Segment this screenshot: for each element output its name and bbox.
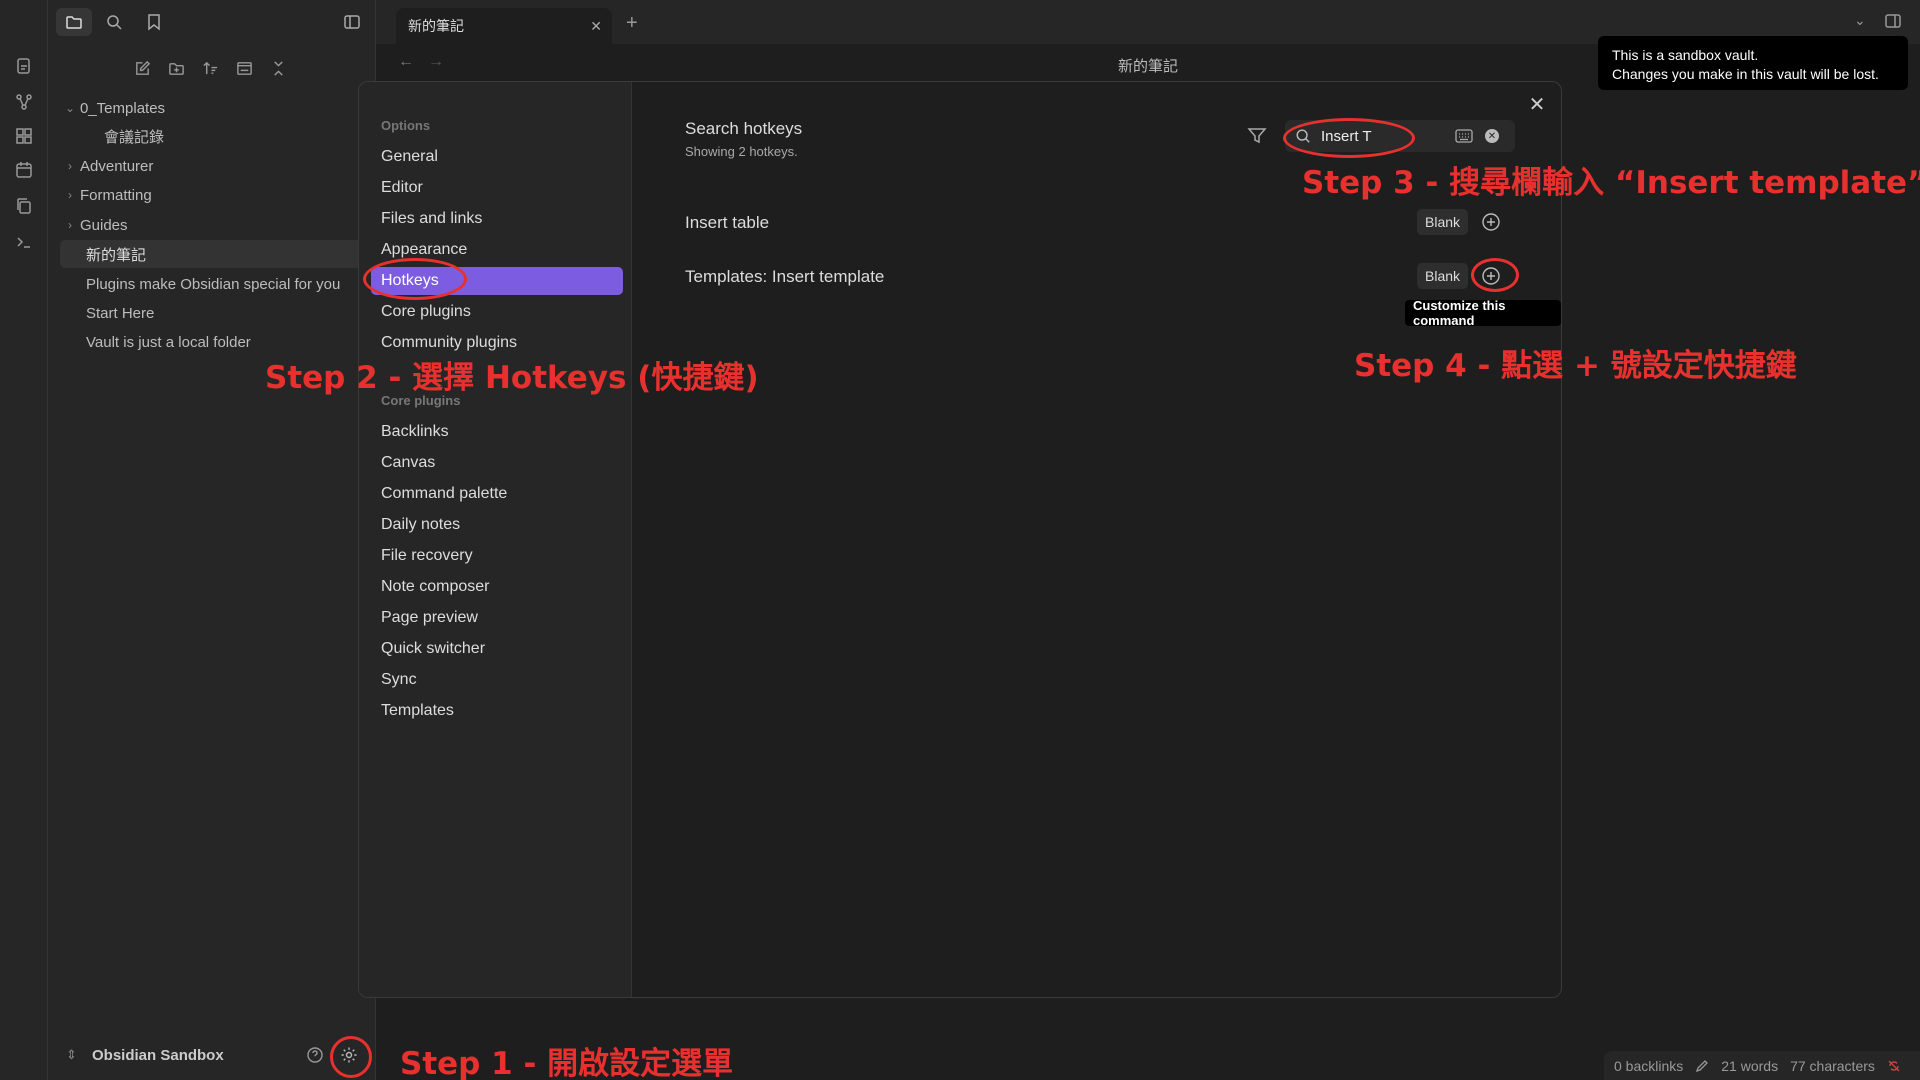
file-plugins[interactable]: Plugins make Obsidian special for you: [60, 270, 370, 298]
tree-item-label: Start Here: [86, 304, 155, 322]
tab-title: 新的筆記: [408, 18, 464, 34]
nav-editor[interactable]: Editor: [371, 174, 623, 202]
folder-formatting[interactable]: › Formatting: [60, 181, 370, 209]
tree-item-label: Vault is just a local folder: [86, 333, 251, 351]
notice-line-2: Changes you make in this vault will be l…: [1612, 66, 1879, 82]
chevron-right-icon: ›: [68, 218, 72, 232]
settings-modal: Options General Editor Files and links A…: [358, 81, 1562, 998]
annotation-ring-hotkeys: [363, 258, 467, 300]
chevron-right-icon: ›: [68, 159, 72, 173]
left-ribbon: [0, 0, 48, 1080]
collapse-all-icon[interactable]: [264, 54, 292, 82]
hotkeys-search-title: Search hotkeys: [685, 119, 803, 138]
new-folder-icon[interactable]: [162, 54, 190, 82]
annotation-ring-search: [1283, 118, 1415, 158]
notice-line-1: This is a sandbox vault.: [1612, 47, 1759, 63]
status-bar: 0 backlinks 21 words 77 characters: [1604, 1051, 1920, 1080]
open-quick-switcher-icon[interactable]: [12, 54, 36, 78]
file-start-here[interactable]: Start Here: [60, 299, 370, 327]
nav-file-recovery[interactable]: File recovery: [371, 542, 623, 570]
nav-sync[interactable]: Sync: [371, 666, 623, 694]
folder-guides[interactable]: › Guides: [60, 211, 370, 239]
filter-icon[interactable]: [1247, 126, 1267, 146]
copy-files-icon[interactable]: [12, 194, 36, 218]
hotkey-badge: Blank: [1417, 263, 1469, 289]
chevron-right-icon: ›: [68, 188, 72, 202]
hotkeys-count: Showing 2 hotkeys.: [685, 144, 798, 159]
file-meeting-notes[interactable]: 會議記錄: [60, 122, 370, 150]
customize-command-tooltip: Customize this command: [1405, 298, 1561, 328]
edit-pencil-icon[interactable]: [1695, 1059, 1709, 1073]
backlinks-count[interactable]: 0 backlinks: [1614, 1058, 1683, 1074]
tree-item-label: 新的筆記: [86, 246, 147, 264]
vault-name[interactable]: Obsidian Sandbox: [92, 1047, 224, 1064]
canvas-icon[interactable]: [12, 124, 36, 148]
tab-new-note[interactable]: 新的筆記 ✕: [396, 8, 612, 44]
nav-canvas[interactable]: Canvas: [371, 449, 623, 477]
search-icon[interactable]: [96, 8, 132, 36]
toggle-right-sidebar-icon[interactable]: [1884, 12, 1902, 30]
hotkey-row-label: Templates: Insert template: [685, 267, 885, 286]
new-tab-icon[interactable]: +: [626, 12, 638, 35]
nav-files-and-links[interactable]: Files and links: [371, 205, 623, 233]
sandbox-notice: This is a sandbox vault. Changes you mak…: [1598, 36, 1908, 90]
auto-reveal-icon[interactable]: [230, 54, 258, 82]
nav-note-composer[interactable]: Note composer: [371, 573, 623, 601]
file-new-note[interactable]: 新的筆記: [60, 240, 370, 268]
command-palette-icon[interactable]: [12, 230, 36, 254]
hotkey-badge: Blank: [1417, 209, 1469, 235]
tree-item-label: 0_Templates: [80, 99, 166, 117]
keyboard-icon[interactable]: [1455, 128, 1473, 144]
annotation-ring-plus: [1471, 258, 1519, 292]
files-folder-icon[interactable]: [56, 8, 92, 36]
vault-switcher-icon[interactable]: ⇕: [66, 1047, 77, 1063]
annotation-ring-settings: [330, 1036, 372, 1078]
sort-icon[interactable]: [196, 54, 224, 82]
graph-view-icon[interactable]: [12, 90, 36, 114]
vault-footer: ⇕ Obsidian Sandbox: [48, 1030, 376, 1080]
nav-templates[interactable]: Templates: [371, 697, 623, 725]
character-count: 77 characters: [1790, 1057, 1875, 1074]
file-explorer-sidebar: ⌄ 0_Templates 會議記錄 › Adventurer › Formattin…: [48, 0, 376, 1080]
nav-quick-switcher[interactable]: Quick switcher: [371, 635, 623, 663]
nav-general[interactable]: General: [371, 143, 623, 171]
tab-list-chevron-icon[interactable]: ⌄: [1854, 12, 1866, 29]
nav-page-preview[interactable]: Page preview: [371, 604, 623, 632]
daily-note-calendar-icon[interactable]: [12, 158, 36, 182]
tree-item-label: Formatting: [80, 186, 152, 204]
folder-adventurer[interactable]: › Adventurer: [60, 152, 370, 180]
tree-item-label: Adventurer: [80, 157, 154, 175]
folder-0-templates[interactable]: ⌄ 0_Templates: [60, 94, 370, 122]
chevron-down-icon: ⌄: [64, 101, 76, 115]
tree-item-label: 會議記錄: [104, 128, 165, 146]
help-icon[interactable]: [306, 1046, 324, 1064]
clear-search-icon[interactable]: ✕: [1485, 129, 1499, 143]
word-count: 21 words: [1721, 1057, 1779, 1074]
close-modal-icon[interactable]: ✕: [1523, 90, 1551, 118]
hotkey-row-label: Insert table: [685, 213, 770, 232]
new-note-icon[interactable]: [128, 54, 156, 82]
nav-core-plugins[interactable]: Core plugins: [371, 298, 623, 326]
collapse-sidebar-icon[interactable]: [334, 8, 370, 36]
sync-status-icon[interactable]: [1887, 1059, 1901, 1073]
annotation-step-2: Step 2 - 選擇 Hotkeys (快捷鍵): [265, 360, 759, 396]
options-heading: Options: [381, 118, 431, 133]
close-tab-icon[interactable]: ✕: [590, 18, 602, 35]
tree-item-label: Plugins make Obsidian special for you: [86, 275, 341, 293]
annotation-step-4: Step 4 - 點選 + 號設定快捷鍵: [1354, 348, 1797, 384]
nav-daily-notes[interactable]: Daily notes: [371, 511, 623, 539]
nav-command-palette[interactable]: Command palette: [371, 480, 623, 508]
annotation-step-3: Step 3 - 搜尋欄輸入 “Insert template”: [1302, 165, 1920, 201]
nav-backlinks[interactable]: Backlinks: [371, 418, 623, 446]
settings-nav: Options General Editor Files and links A…: [359, 82, 632, 997]
annotation-step-1: Step 1 - 開啟設定選單: [400, 1046, 734, 1080]
bookmark-icon[interactable]: [136, 8, 172, 36]
add-hotkey-plus-icon[interactable]: [1479, 210, 1503, 234]
tree-item-label: Guides: [80, 216, 128, 234]
